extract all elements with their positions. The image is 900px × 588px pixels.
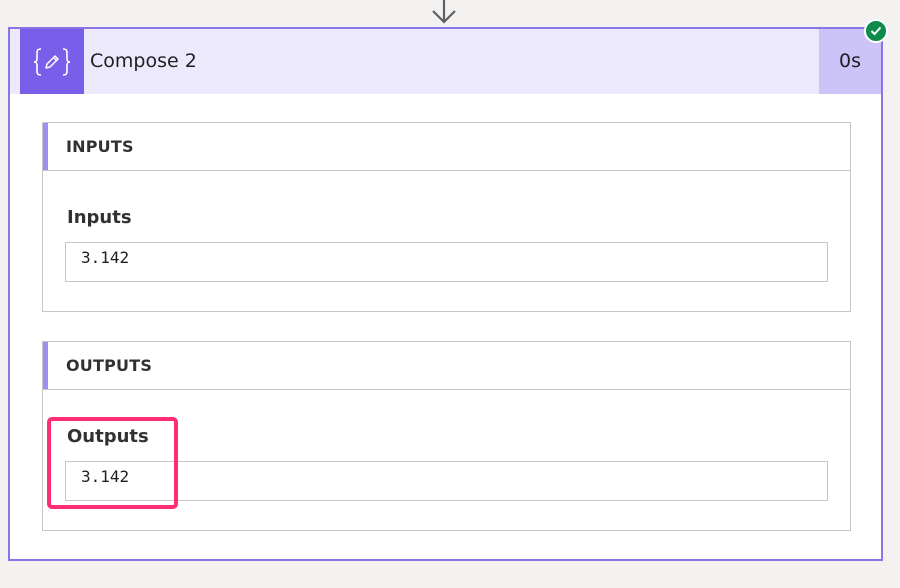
inputs-section: INPUTS Inputs 3.142 bbox=[42, 122, 851, 312]
compose-braces-pencil-icon bbox=[33, 47, 71, 76]
checkmark-icon bbox=[870, 26, 882, 36]
success-badge bbox=[864, 19, 888, 43]
action-icon-tile bbox=[20, 29, 84, 94]
inputs-section-title: INPUTS bbox=[66, 137, 134, 156]
inputs-field-value[interactable]: 3.142 bbox=[65, 242, 828, 282]
outputs-section-title: OUTPUTS bbox=[66, 356, 153, 375]
section-accent-bar bbox=[43, 123, 48, 170]
inputs-field-label: Inputs bbox=[67, 207, 132, 228]
compose-action-card: Compose 2 0s INPUTS Inputs 3.142 OUTPUTS… bbox=[8, 27, 883, 561]
inputs-section-header: INPUTS bbox=[43, 123, 850, 171]
outputs-field-label: Outputs bbox=[67, 426, 149, 447]
action-title: Compose 2 bbox=[90, 50, 197, 72]
section-accent-bar bbox=[43, 342, 48, 389]
outputs-section-header: OUTPUTS bbox=[43, 342, 850, 390]
action-header[interactable]: Compose 2 0s bbox=[10, 27, 881, 94]
outputs-field-value[interactable]: 3.142 bbox=[65, 461, 828, 501]
outputs-section: OUTPUTS Outputs 3.142 bbox=[42, 341, 851, 531]
flow-connector-arrow bbox=[428, 0, 460, 28]
arrow-down-icon bbox=[432, 0, 456, 24]
